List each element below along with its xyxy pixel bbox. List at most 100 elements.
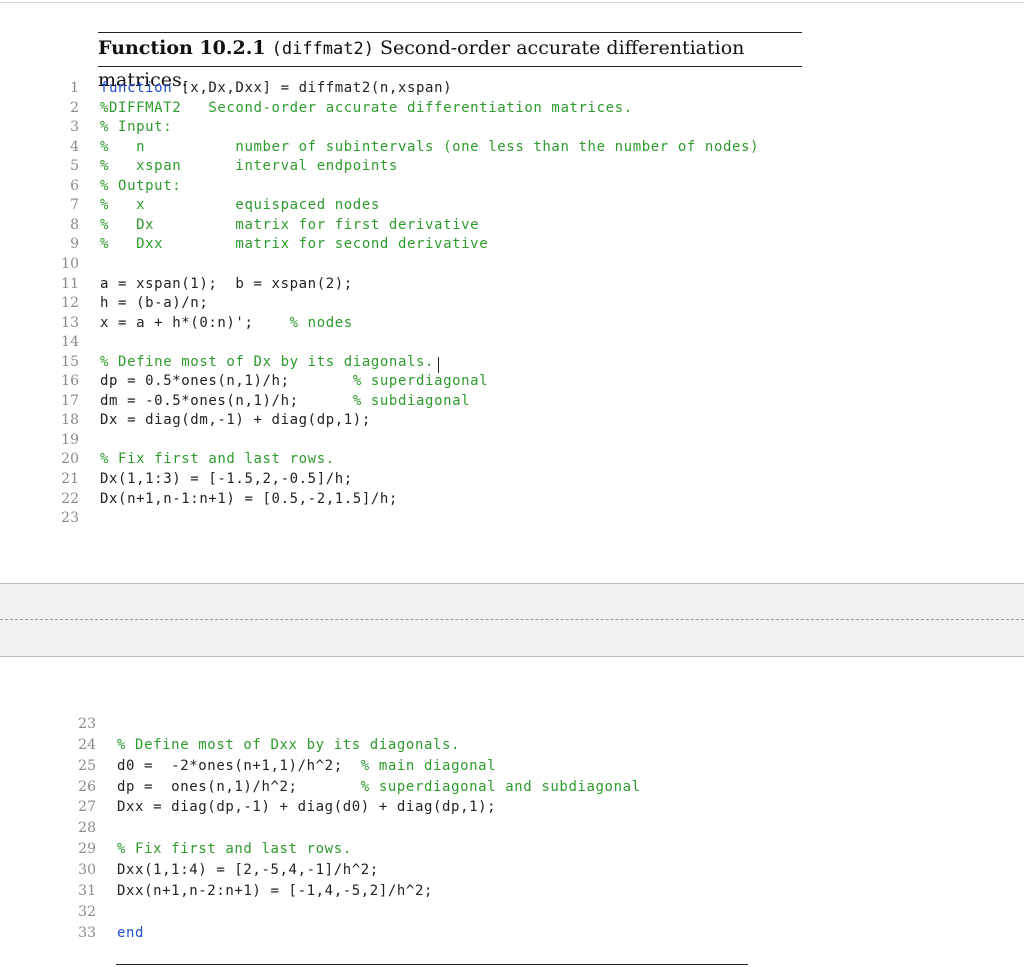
code-text: %DIFFMAT2 Second-order accurate differen… (100, 100, 633, 116)
code-token: Dxx(1,1:4) = [2,-5,4,-1]/h^2; (117, 861, 379, 878)
caption-label: Function 10.2.1 (98, 37, 266, 59)
code-token: dp = 0.5*ones(n,1)/h; (100, 373, 353, 390)
line-number: 14 (61, 334, 79, 351)
line-number: 28 (78, 820, 96, 837)
code-text: % n number of subintervals (one less tha… (100, 139, 759, 155)
line-number: 6 (70, 177, 79, 194)
code-text: Dxx = diag(dp,-1) + diag(d0) + diag(dp,1… (117, 799, 496, 815)
code-comment: % nodes (289, 314, 353, 331)
code-comment: % Output: (100, 177, 182, 194)
line-number: 23 (78, 716, 96, 732)
code-text: Dxx(n+1,n-2:n+1) = [-1,4,-5,2]/h^2; (117, 883, 433, 899)
line-number: 12 (61, 295, 79, 312)
line-number: 3 (70, 119, 79, 136)
code-comment: % subdiagonal (352, 392, 471, 409)
line-number: 31 (78, 882, 96, 899)
code-token: Dxx(n+1,n-2:n+1) = [-1,4,-5,2]/h^2; (117, 882, 434, 899)
code-token: x = a + h*(0:n)'; (100, 314, 290, 331)
code-text: % Define most of Dx by its diagonals. (100, 354, 434, 370)
code-text: % Fix first and last rows. (117, 841, 352, 857)
code-comment: % Input: (100, 119, 173, 136)
code-keyword: function (100, 80, 173, 96)
code-text: % Dxx matrix for second derivative (100, 236, 488, 252)
code-token: d0 = -2*ones(n+1,1)/h^2; (117, 757, 361, 774)
code-token: a = xspan(1); b = xspan(2); (100, 275, 353, 292)
line-number: 1 (70, 80, 79, 96)
code-comment: % xspan interval endpoints (100, 158, 398, 175)
line-number: 33 (78, 924, 96, 941)
line-number: 10 (61, 255, 79, 272)
code-comment: % x equispaced nodes (100, 197, 380, 214)
line-number: 29 (78, 841, 96, 858)
code-text: Dx(1,1:3) = [-1.5,2,-0.5]/h; (100, 471, 353, 487)
line-number: 27 (78, 799, 96, 816)
code-text: x = a + h*(0:n)'; % nodes (100, 315, 353, 331)
line-number: 2 (70, 99, 79, 116)
line-number: 26 (78, 778, 96, 795)
code-text: d0 = -2*ones(n+1,1)/h^2; % main diagonal (117, 758, 496, 774)
code-text: dm = -0.5*ones(n,1)/h; % subdiagonal (100, 393, 470, 409)
caption-function-name: (diffmat2) (271, 39, 374, 59)
code-comment: % Fix first and last rows. (100, 451, 335, 468)
line-number: 4 (70, 138, 79, 155)
code-token: h = (b-a)/n; (100, 295, 209, 312)
line-number: 8 (70, 216, 79, 233)
code-text: % Define most of Dxx by its diagonals. (117, 737, 460, 753)
function-caption: Function 10.2.1 (diffmat2) Second-order … (98, 32, 802, 91)
line-number: 32 (78, 903, 96, 920)
line-number: 15 (61, 353, 79, 370)
text-cursor (438, 357, 439, 373)
line-number: 16 (61, 373, 79, 390)
code-text: % Input: (100, 119, 172, 135)
code-text: % Fix first and last rows. (100, 451, 335, 467)
line-number: 30 (78, 861, 96, 878)
code-text: a = xspan(1); b = xspan(2); (100, 276, 353, 292)
code-text: % xspan interval endpoints (100, 158, 398, 174)
code-comment: % Define most of Dx by its diagonals. (100, 353, 435, 370)
code-comment: % Dxx matrix for second derivative (100, 236, 489, 253)
line-number: 7 (70, 197, 79, 214)
code-token: Dx = diag(dm,-1) + diag(dp,1); (100, 412, 371, 429)
code-token: dp = ones(n,1)/h^2; (117, 778, 361, 795)
line-number: 13 (61, 314, 79, 331)
line-number: 22 (61, 490, 79, 507)
code-token: Dx(1,1:3) = [-1.5,2,-0.5]/h; (100, 471, 353, 487)
code-text: % x equispaced nodes (100, 197, 380, 213)
line-number: 9 (70, 236, 79, 253)
code-text: function [x,Dx,Dxx] = diffmat2(n,xspan) (100, 80, 452, 96)
code-comment: % superdiagonal and subdiagonal (360, 778, 641, 795)
code-text: Dx = diag(dm,-1) + diag(dp,1); (100, 412, 371, 428)
code-text: Dxx(1,1:4) = [2,-5,4,-1]/h^2; (117, 862, 379, 878)
code-text: Dx(n+1,n-1:n+1) = [0.5,-2,1.5]/h; (100, 491, 398, 507)
line-number: 24 (78, 736, 96, 753)
code-comment: %DIFFMAT2 Second-order accurate differen… (100, 99, 633, 116)
code-token: Dxx = diag(dp,-1) + diag(d0) + diag(dp,1… (117, 799, 497, 816)
line-number: 25 (78, 757, 96, 774)
code-token: Dx(n+1,n-1:n+1) = [0.5,-2,1.5]/h; (100, 490, 398, 507)
code-comment: % Define most of Dxx by its diagonals. (117, 736, 461, 753)
code-comment: % Dx matrix for first derivative (100, 216, 480, 233)
code-text: dp = ones(n,1)/h^2; % superdiagonal and … (117, 779, 641, 795)
page-break (0, 584, 1024, 657)
listing-bottom-rule (116, 964, 748, 965)
line-number: 11 (61, 275, 79, 292)
code-comment: % main diagonal (360, 757, 497, 774)
code-keyword: end (117, 924, 145, 941)
line-number: 5 (70, 158, 79, 175)
code-comment: % superdiagonal (352, 373, 489, 390)
top-border (0, 2, 1024, 3)
line-number: 23 (61, 510, 79, 527)
code-comment: % Fix first and last rows. (117, 841, 352, 858)
code-token: [x,Dx,Dxx] = diffmat2(n,xspan) (172, 80, 453, 96)
line-number: 20 (61, 451, 79, 468)
code-text: % Output: (100, 178, 181, 194)
line-number: 17 (61, 392, 79, 409)
line-number: 19 (61, 431, 79, 448)
page-break-dashed-line (0, 619, 1024, 620)
line-number: 18 (61, 412, 79, 429)
code-text: end (117, 925, 144, 941)
line-number: 21 (61, 471, 79, 487)
code-comment: % n number of subintervals (one less tha… (100, 138, 760, 155)
code-text: % Dx matrix for first derivative (100, 217, 479, 233)
code-token: dm = -0.5*ones(n,1)/h; (100, 392, 353, 409)
